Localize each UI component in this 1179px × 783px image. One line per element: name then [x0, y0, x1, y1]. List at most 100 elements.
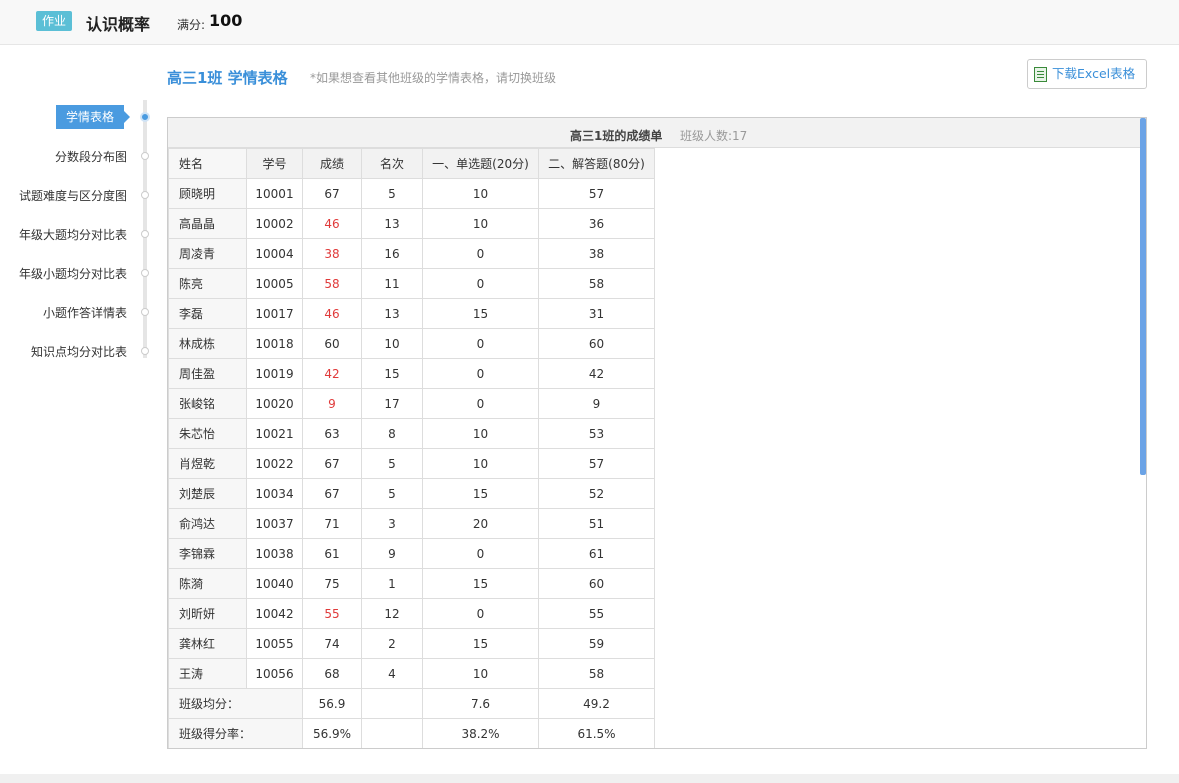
sidebar-item[interactable]: 试题难度与区分度图 — [19, 187, 127, 204]
cell-q1: 15 — [422, 568, 539, 599]
excel-icon — [1034, 67, 1047, 82]
cell-q1: 0 — [422, 328, 539, 359]
table-row: 周佳盈 10019 42 15 0 42 — [168, 358, 655, 389]
summary-q2: 61.5% — [538, 718, 655, 748]
cell-score: 9 — [302, 388, 362, 419]
cell-score: 38 — [302, 238, 362, 269]
table-row: 肖煜乾 10022 67 5 10 57 — [168, 448, 655, 479]
full-score-value: 100 — [209, 11, 243, 30]
cell-q1: 20 — [422, 508, 539, 539]
cell-rank: 4 — [361, 658, 423, 689]
cell-name: 肖煜乾 — [168, 448, 247, 479]
timeline-dot — [141, 269, 149, 277]
cell-q2: 9 — [538, 388, 655, 419]
table-row: 李磊 10017 46 13 15 31 — [168, 298, 655, 329]
cell-score: 42 — [302, 358, 362, 389]
cell-id: 10005 — [246, 268, 303, 299]
cell-score: 46 — [302, 208, 362, 239]
sidebar-item[interactable]: 年级小题均分对比表 — [19, 265, 127, 282]
cell-q2: 55 — [538, 598, 655, 629]
cell-rank: 17 — [361, 388, 423, 419]
timeline-dot — [141, 347, 149, 355]
cell-id: 10055 — [246, 628, 303, 659]
cell-name: 龚林红 — [168, 628, 247, 659]
col-header-q2[interactable]: 二、解答题(80分) — [538, 148, 655, 179]
cell-rank: 1 — [361, 568, 423, 599]
table-row: 刘楚辰 10034 67 5 15 52 — [168, 478, 655, 509]
cell-score: 75 — [302, 568, 362, 599]
cell-id: 10020 — [246, 388, 303, 419]
col-header-q1[interactable]: 一、单选题(20分) — [422, 148, 539, 179]
cell-id: 10040 — [246, 568, 303, 599]
cell-id: 10004 — [246, 238, 303, 269]
download-excel-button[interactable]: 下载Excel表格 — [1027, 59, 1147, 89]
download-excel-label: 下载Excel表格 — [1052, 66, 1136, 81]
timeline-dot — [141, 230, 149, 238]
cell-rank: 5 — [361, 448, 423, 479]
sidebar-item[interactable]: 学情表格 — [55, 105, 131, 129]
cell-rank: 10 — [361, 328, 423, 359]
bottom-strip — [0, 774, 1179, 783]
sidebar-timeline — [143, 100, 147, 358]
page-title: 认识概率 — [86, 15, 151, 34]
sidebar-item[interactable]: 分数段分布图 — [55, 148, 127, 165]
sidebar-item[interactable]: 年级大题均分对比表 — [19, 226, 127, 243]
sidebar-item[interactable]: 小题作答详情表 — [43, 304, 127, 321]
col-header-score[interactable]: 成绩 — [302, 148, 362, 179]
cell-q1: 10 — [422, 178, 539, 209]
cell-q2: 58 — [538, 658, 655, 689]
cell-q1: 0 — [422, 268, 539, 299]
summary-rank — [361, 688, 423, 719]
cell-id: 10002 — [246, 208, 303, 239]
cell-rank: 5 — [361, 178, 423, 209]
sidebar-item[interactable]: 知识点均分对比表 — [31, 343, 127, 360]
cell-score: 74 — [302, 628, 362, 659]
timeline-dot — [141, 191, 149, 199]
cell-q2: 51 — [538, 508, 655, 539]
cell-q1: 10 — [422, 658, 539, 689]
table-row: 林成栋 10018 60 10 0 60 — [168, 328, 655, 359]
cell-id: 10019 — [246, 358, 303, 389]
cell-name: 顾晓明 — [168, 178, 247, 209]
summary-score: 56.9% — [302, 718, 362, 748]
homework-badge: 作业 — [36, 11, 73, 31]
cell-q2: 31 — [538, 298, 655, 329]
cell-rank: 13 — [361, 298, 423, 329]
cell-score: 61 — [302, 538, 362, 569]
cell-name: 张峻铭 — [168, 388, 247, 419]
col-header-name[interactable]: 姓名 — [168, 148, 247, 179]
summary-label: 班级均分： — [168, 688, 303, 719]
cell-score: 67 — [302, 178, 362, 209]
cell-q2: 59 — [538, 628, 655, 659]
table-header-row: 姓名 学号 成绩 名次 一、单选题(20分) 二、解答题(80分) — [168, 148, 655, 179]
cell-id: 10001 — [246, 178, 303, 209]
table-row: 陈亮 10005 58 11 0 58 — [168, 268, 655, 299]
cell-name: 周佳盈 — [168, 358, 247, 389]
cell-id: 10042 — [246, 598, 303, 629]
cell-id: 10038 — [246, 538, 303, 569]
col-header-rank[interactable]: 名次 — [361, 148, 423, 179]
table-row: 刘昕妍 10042 55 12 0 55 — [168, 598, 655, 629]
cell-q2: 53 — [538, 418, 655, 449]
cell-q1: 0 — [422, 238, 539, 269]
cell-rank: 2 — [361, 628, 423, 659]
table-row: 陈漪 10040 75 1 15 60 — [168, 568, 655, 599]
cell-rank: 3 — [361, 508, 423, 539]
cell-score: 55 — [302, 598, 362, 629]
cell-rank: 15 — [361, 358, 423, 389]
col-header-id[interactable]: 学号 — [246, 148, 303, 179]
cell-score: 63 — [302, 418, 362, 449]
table-header-bar: 高三1班的成绩单 班级人数:17 — [168, 118, 1146, 148]
cell-name: 李磊 — [168, 298, 247, 329]
summary-q1: 38.2% — [422, 718, 539, 748]
cell-id: 10017 — [246, 298, 303, 329]
cell-q2: 58 — [538, 268, 655, 299]
cell-score: 60 — [302, 328, 362, 359]
vertical-scrollbar[interactable] — [1140, 118, 1146, 475]
cell-id: 10018 — [246, 328, 303, 359]
cell-score: 68 — [302, 658, 362, 689]
top-bar: 作业 认识概率 满分: 100 — [0, 0, 1179, 45]
cell-q2: 61 — [538, 538, 655, 569]
cell-rank: 13 — [361, 208, 423, 239]
cell-q1: 15 — [422, 298, 539, 329]
